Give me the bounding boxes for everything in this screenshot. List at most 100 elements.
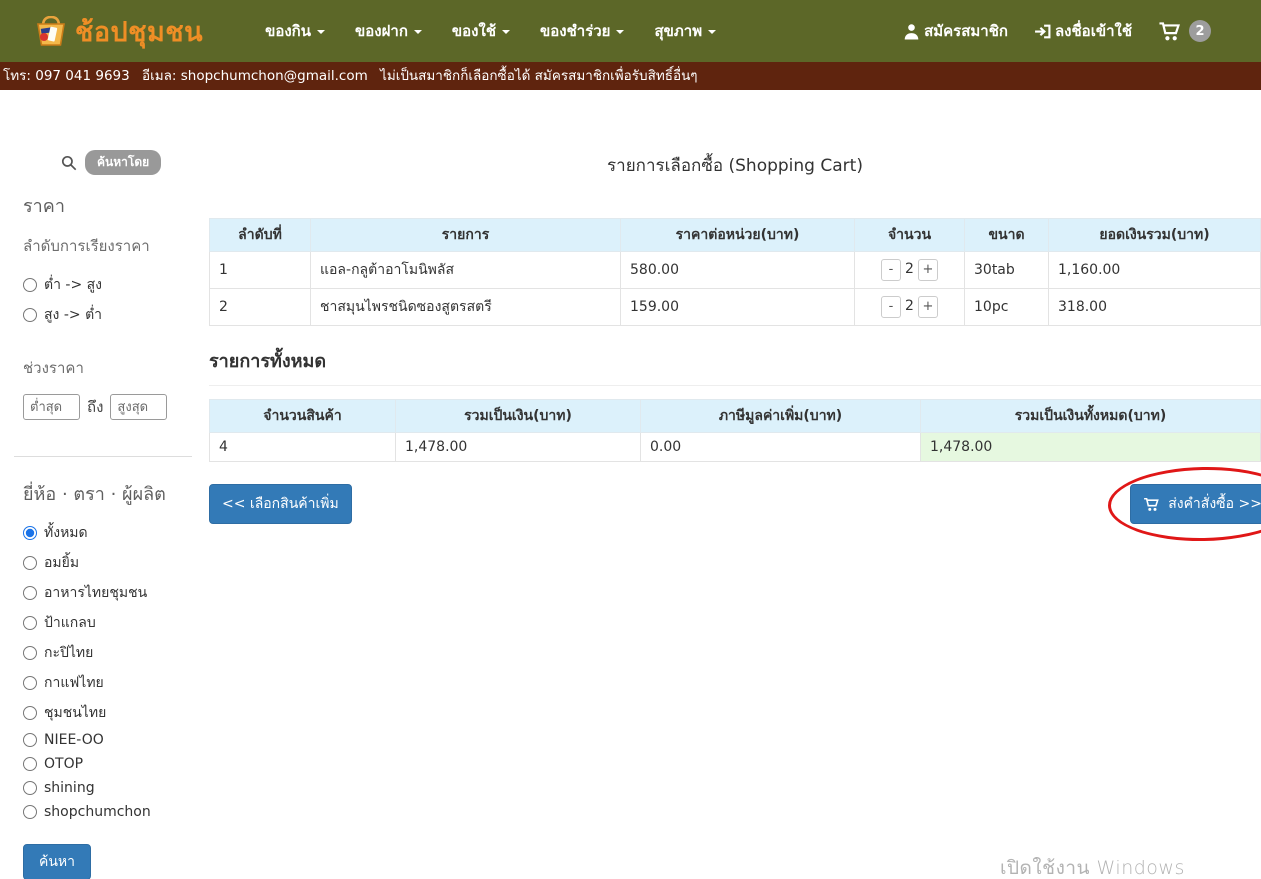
nav-item-gifts[interactable]: ของชำร่วย [540,19,624,43]
nav-right: สมัครสมาชิก ลงชื่อเข้าใช้ 2 [903,19,1211,43]
radio-input[interactable] [23,616,37,630]
brand-option[interactable]: NIEE-OO [23,732,209,748]
cart-button[interactable]: 2 [1158,20,1211,42]
caret-down-icon [414,30,422,34]
search-by-badge: ค้นหาโดย [85,150,161,175]
brand-option[interactable]: อาหารไทยชุมชน [23,582,209,604]
radio-input[interactable] [23,805,37,819]
cell-grand-total: 1,478.00 [921,433,1261,462]
cell-item-count: 4 [210,433,396,462]
caret-down-icon [616,30,624,34]
cart-table: ลำดับที่ รายการ ราคาต่อหน่วย(บาท) จำนวน … [209,218,1261,326]
cell-total: 1,160.00 [1049,252,1261,289]
min-price-input[interactable] [23,394,80,420]
search-button[interactable]: ค้นหา [23,844,91,879]
brand-option[interactable]: อมยิ้ม [23,552,209,574]
radio-input[interactable] [23,781,37,795]
cell-total: 318.00 [1049,289,1261,326]
nav-item-health[interactable]: สุขภาพ [654,19,716,43]
basket-logo-icon [33,16,69,47]
cart-row: 2 ชาสมุนไพรชนิดซองสูตรสตรี 159.00 -2+ 10… [210,289,1261,326]
brand-option[interactable]: OTOP [23,756,209,772]
register-link[interactable]: สมัครสมาชิก [903,19,1008,43]
max-price-input[interactable] [110,394,167,420]
membership-note: ไม่เป็นสมาชิกก็เลือกซื้อได้ สมัครสมาชิกเ… [380,68,698,84]
login-link[interactable]: ลงชื่อเข้าใช้ [1034,19,1132,43]
brand-option[interactable]: ชุมชนไทย [23,702,209,724]
qty-increase-button[interactable]: + [918,296,938,318]
summary-table: จำนวนสินค้า รวมเป็นเงิน(บาท) ภาษีมูลค่าเ… [209,399,1261,462]
price-heading: ราคา [23,191,209,220]
nav-item-food[interactable]: ของกิน [265,19,325,43]
brand-option-label: OTOP [44,756,83,772]
cart-icon [1143,497,1161,512]
nav-item-label: ของชำร่วย [540,19,610,43]
brand-heading: ยี่ห้อ · ตรา · ผู้ผลิต [23,479,209,508]
brand-option-label: อมยิ้ม [44,552,79,574]
contact-infobar: โทร: 097 041 9693 อีเมล: shopchumchon@gm… [0,62,1261,90]
nav-menu: ของกิน ของฝาก ของใช้ ของชำร่วย สุขภาพ [265,19,716,43]
radio-input[interactable] [23,556,37,570]
radio-input[interactable] [23,733,37,747]
submit-order-label: ส่งคำสั่งซื้อ >> [1168,493,1261,515]
cell-size: 10pc [965,289,1049,326]
phone-text: โทร: 097 041 9693 [3,68,130,84]
person-icon [903,23,920,40]
radio-input[interactable] [23,278,37,292]
cart-count-badge: 2 [1189,20,1211,42]
radio-input[interactable] [23,676,37,690]
brand-option[interactable]: ป้าแกลบ [23,612,209,634]
qty-decrease-button[interactable]: - [881,296,901,318]
cell-unit-price: 580.00 [621,252,855,289]
cell-item-name: ชาสมุนไพรชนิดซองสูตรสตรี [311,289,621,326]
brand-logo[interactable]: ช้อปชุมชน [33,10,203,53]
qty-increase-button[interactable]: + [918,259,938,281]
brand-option[interactable]: shining [23,780,209,796]
brand-option-label: ป้าแกลบ [44,612,96,634]
nav-item-label: ของกิน [265,19,311,43]
to-label: ถึง [87,395,103,419]
brand-option-label: shining [44,780,95,796]
sort-option-label: ต่ำ -> สูง [44,274,102,296]
cell-index: 1 [210,252,311,289]
sidebar-divider [14,456,192,457]
brand-option-label: อาหารไทยชุมชน [44,582,147,604]
sort-option-high-low[interactable]: สูง -> ต่ำ [23,304,209,326]
nav-item-goods[interactable]: ของใช้ [452,19,510,43]
brand-filter-list: ทั้งหมด อมยิ้ม อาหารไทยชุมชน ป้าแกลบ กะป… [23,522,209,820]
main-content: รายการเลือกซื้อ (Shopping Cart) ลำดับที่… [209,90,1261,524]
brand-option[interactable]: shopchumchon [23,804,209,820]
radio-input[interactable] [23,586,37,600]
search-by-row: ค้นหาโดย [61,150,209,175]
col-header-vat: ภาษีมูลค่าเพิ่ม(บาท) [641,400,921,433]
brand-option[interactable]: กาแฟไทย [23,672,209,694]
nav-item-souvenir[interactable]: ของฝาก [355,19,422,43]
search-icon [61,155,77,171]
sort-option-low-high[interactable]: ต่ำ -> สูง [23,274,209,296]
brand-option-label: กะปิไทย [44,642,93,664]
brand-option-label: shopchumchon [44,804,151,820]
radio-input[interactable] [23,706,37,720]
brand-option-all[interactable]: ทั้งหมด [23,522,209,544]
login-label: ลงชื่อเข้าใช้ [1055,19,1132,43]
summary-row: 4 1,478.00 0.00 1,478.00 [210,433,1261,462]
radio-input[interactable] [23,526,37,540]
col-header-item: รายการ [311,219,621,252]
add-more-items-button[interactable]: << เลือกสินค้าเพิ่ม [209,484,352,524]
caret-down-icon [708,30,716,34]
summary-heading: รายการทั้งหมด [209,346,1261,386]
actions-row: << เลือกสินค้าเพิ่ม ส่งคำสั่งซื้อ >> [209,484,1261,524]
radio-input[interactable] [23,757,37,771]
qty-decrease-button[interactable]: - [881,259,901,281]
submit-order-button[interactable]: ส่งคำสั่งซื้อ >> [1130,484,1261,524]
col-header-item-count: จำนวนสินค้า [210,400,396,433]
cell-qty: -2+ [855,289,965,326]
radio-input[interactable] [23,308,37,322]
brand-option-label: กาแฟไทย [44,672,104,694]
radio-input[interactable] [23,646,37,660]
cart-row: 1 แอล-กลูต้าอาโมนิพลัส 580.00 -2+ 30tab … [210,252,1261,289]
col-header-total: ยอดเงินรวม(บาท) [1049,219,1261,252]
brand-option[interactable]: กะปิไทย [23,642,209,664]
cell-vat: 0.00 [641,433,921,462]
windows-activation-watermark: เปิดใช้งาน Windows [1000,853,1185,879]
